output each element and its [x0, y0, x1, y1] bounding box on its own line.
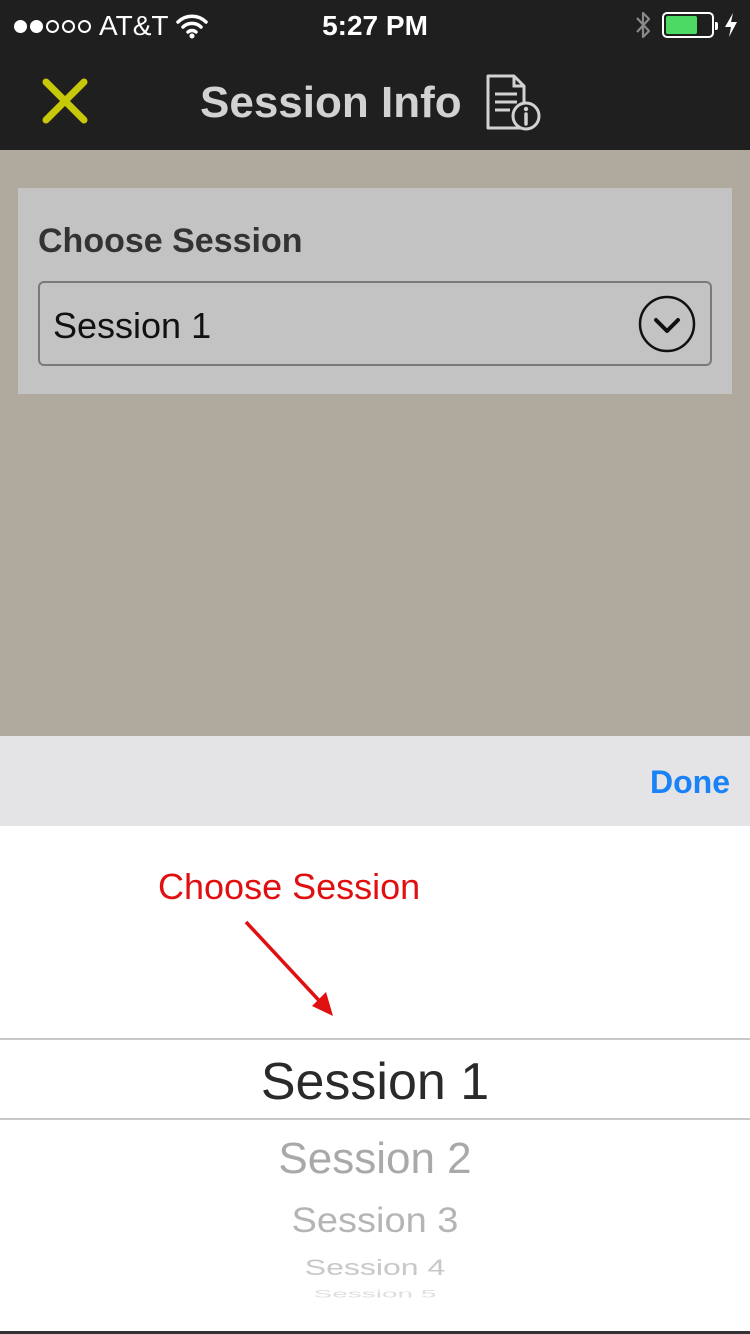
picker-option[interactable]: Session 3	[0, 1202, 750, 1242]
session-card: Choose Session Session 1	[18, 188, 732, 394]
done-button[interactable]: Done	[650, 764, 730, 801]
picker-option[interactable]: Session 4	[0, 1255, 750, 1281]
status-bar: AT&T 5:27 PM	[0, 0, 750, 52]
status-right	[634, 10, 738, 40]
picker-toolbar: Done	[0, 736, 750, 826]
battery-level	[666, 16, 697, 34]
choose-session-label: Choose Session	[38, 222, 303, 260]
chevron-down-circle-icon[interactable]	[638, 295, 696, 353]
close-icon[interactable]	[38, 74, 92, 128]
annotation-arrow-icon	[244, 920, 333, 1016]
nav-bar: Session Info	[0, 52, 750, 150]
picker-selection-top-line	[0, 1038, 750, 1040]
page-title: Session Info	[200, 78, 462, 127]
document-info-icon[interactable]	[484, 74, 542, 132]
session-dropdown-value: Session 1	[53, 305, 212, 346]
battery-icon	[662, 12, 718, 38]
picker-option[interactable]: Session 5	[0, 1288, 750, 1301]
annotation-label: Choose Session	[158, 866, 421, 907]
session-picker[interactable]: Choose Session Session 1 Session 2 Sessi…	[0, 826, 750, 1334]
picker-option[interactable]: Session 2	[0, 1134, 750, 1184]
bluetooth-icon	[636, 11, 651, 39]
nav-title-group: Session Info	[200, 74, 542, 132]
charging-bolt-icon	[725, 13, 737, 37]
picker-selection-bottom-line	[0, 1118, 750, 1120]
session-dropdown[interactable]: Session 1	[38, 281, 712, 366]
main-content: Choose Session Session 1	[0, 150, 750, 736]
picker-option-selected[interactable]: Session 1	[0, 1052, 750, 1112]
